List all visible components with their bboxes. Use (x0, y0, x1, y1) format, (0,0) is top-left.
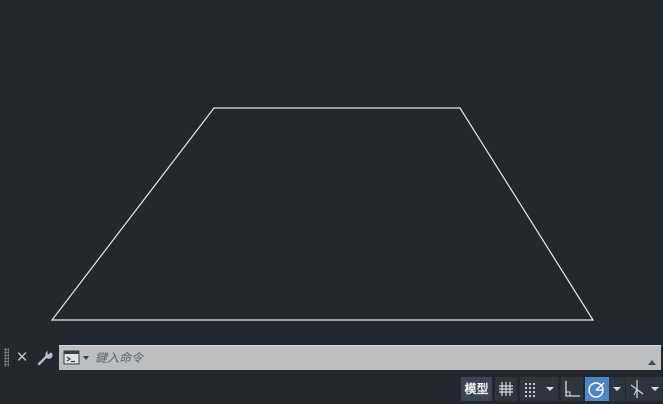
chevron-down-icon[interactable] (542, 377, 558, 401)
drag-handle[interactable] (4, 348, 9, 367)
command-input-box[interactable] (59, 345, 661, 370)
command-prompt-icon[interactable] (63, 349, 91, 367)
status-bar: 模型 (0, 374, 663, 404)
grid-icon[interactable] (495, 377, 517, 401)
snap-icon[interactable] (520, 377, 542, 401)
triangle-up-icon[interactable] (647, 352, 657, 365)
close-icon[interactable]: ✕ (14, 348, 30, 367)
chevron-down-icon[interactable] (609, 377, 625, 401)
trapezoid-shape[interactable] (50, 107, 595, 321)
polar-tracking-icon[interactable] (585, 377, 609, 401)
command-line-bar: ✕ (0, 344, 663, 371)
chevron-down-icon[interactable] (648, 377, 662, 401)
wrench-icon[interactable] (36, 348, 54, 367)
command-input[interactable] (95, 348, 635, 368)
ortho-icon[interactable] (561, 377, 583, 401)
model-tab[interactable]: 模型 (461, 377, 492, 401)
drawing-canvas[interactable] (0, 0, 663, 340)
isodraft-icon[interactable] (626, 377, 648, 401)
